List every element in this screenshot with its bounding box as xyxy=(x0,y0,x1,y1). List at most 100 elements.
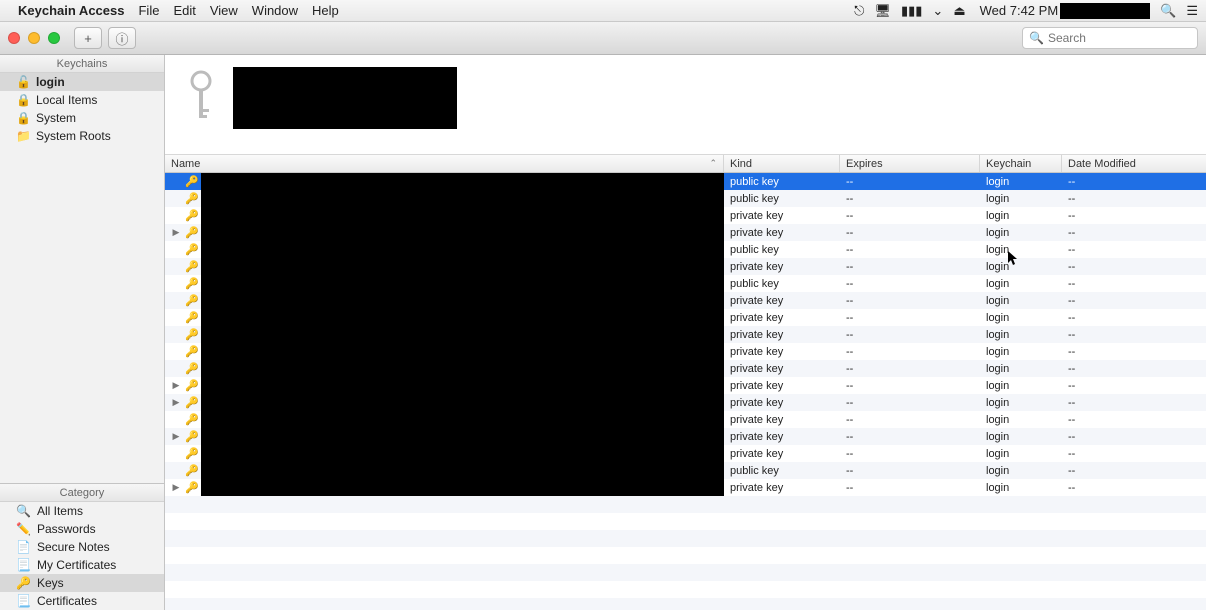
sidebar-category-item[interactable]: 📃 My Certificates xyxy=(0,556,164,574)
window-controls xyxy=(8,32,60,44)
redacted-name xyxy=(201,292,724,309)
menu-window[interactable]: Window xyxy=(252,3,298,18)
key-row-icon: 🔑 xyxy=(185,396,197,409)
table-row[interactable]: 🔑public key--login-- xyxy=(165,173,1206,190)
column-header-expires[interactable]: Expires xyxy=(840,155,980,172)
sidebar-keychain-item[interactable]: 📁 System Roots xyxy=(0,127,164,145)
sidebar-category-item[interactable]: 📃Certificates xyxy=(0,592,164,610)
key-row-icon: 🔑 xyxy=(185,430,197,443)
redacted-name xyxy=(201,190,724,207)
sidebar-category-item[interactable]: ✏️Passwords xyxy=(0,520,164,538)
redacted-name xyxy=(201,479,724,496)
wifi-icon[interactable]: ⌄ xyxy=(932,3,943,19)
category-icon: 📃 xyxy=(16,558,31,572)
sidebar-category-item[interactable]: 🔑Keys xyxy=(0,574,164,592)
key-row-icon: 🔑 xyxy=(185,345,197,358)
sidebar-keychain-item[interactable]: 🔓login xyxy=(0,73,164,91)
cell-modified: -- xyxy=(1062,329,1206,341)
notification-center-icon[interactable]: ☰ xyxy=(1186,3,1198,19)
table-row[interactable]: 🔑public key--login-- xyxy=(165,190,1206,207)
table-row[interactable]: ▶🔑private key--login-- xyxy=(165,224,1206,241)
cell-kind: private key xyxy=(724,227,840,239)
menubar-clock[interactable]: Wed 7:42 PM xyxy=(980,3,1059,18)
cell-keychain: login xyxy=(980,227,1062,239)
teamviewer-icon[interactable]: ⎋ xyxy=(854,3,864,19)
table-row[interactable]: 🔑private key--login-- xyxy=(165,309,1206,326)
table-row[interactable]: ▶🔑private key--login-- xyxy=(165,428,1206,445)
menu-view[interactable]: View xyxy=(210,3,238,18)
zoom-button[interactable] xyxy=(48,32,60,44)
table-row[interactable]: 🔑private key--login-- xyxy=(165,411,1206,428)
cell-keychain: login xyxy=(980,482,1062,494)
sidebar-item-label: Local Items xyxy=(36,93,97,107)
cell-keychain: login xyxy=(980,295,1062,307)
disclosure-triangle-icon[interactable]: ▶ xyxy=(171,380,181,391)
menu-file[interactable]: File xyxy=(138,3,159,18)
sidebar-category-item[interactable]: 🔍All Items xyxy=(0,502,164,520)
table-row[interactable]: ▶🔑private key--login-- xyxy=(165,479,1206,496)
menu-help[interactable]: Help xyxy=(312,3,339,18)
column-header-modified[interactable]: Date Modified xyxy=(1062,155,1206,172)
main-pane: Name⌃ Kind Expires Keychain Date Modifie… xyxy=(165,55,1206,610)
table-row[interactable]: 🔑private key--login-- xyxy=(165,207,1206,224)
search-input[interactable] xyxy=(1048,31,1203,45)
table-row[interactable]: 🔑private key--login-- xyxy=(165,360,1206,377)
redacted-name xyxy=(201,207,724,224)
column-header-kind[interactable]: Kind xyxy=(724,155,840,172)
sidebar-item-label: login xyxy=(36,75,65,89)
cell-kind: public key xyxy=(724,278,840,290)
keychain-icon: 📁 xyxy=(16,129,30,143)
cell-kind: public key xyxy=(724,465,840,477)
table-row[interactable]: 🔑public key--login-- xyxy=(165,275,1206,292)
redacted-name xyxy=(201,377,724,394)
cell-expires: -- xyxy=(840,210,980,222)
info-button[interactable]: ⓘ xyxy=(108,27,136,49)
cell-kind: private key xyxy=(724,210,840,222)
battery-icon[interactable]: ▮▮▮ xyxy=(901,3,922,19)
table-row[interactable]: 🔑private key--login-- xyxy=(165,258,1206,275)
close-button[interactable] xyxy=(8,32,20,44)
column-header-name[interactable]: Name⌃ xyxy=(165,155,724,172)
disclosure-triangle-icon[interactable]: ▶ xyxy=(171,227,181,238)
table-row[interactable]: 🔑private key--login-- xyxy=(165,326,1206,343)
cell-expires: -- xyxy=(840,380,980,392)
table-row[interactable]: 🔑private key--login-- xyxy=(165,292,1206,309)
redacted-name xyxy=(201,462,724,479)
minimize-button[interactable] xyxy=(28,32,40,44)
redacted-menubar xyxy=(1060,3,1150,19)
app-menu[interactable]: Keychain Access xyxy=(18,3,124,18)
menu-edit[interactable]: Edit xyxy=(173,3,195,18)
table-row[interactable]: ▶🔑private key--login-- xyxy=(165,377,1206,394)
eject-icon[interactable]: ⏏ xyxy=(953,3,965,19)
cell-modified: -- xyxy=(1062,380,1206,392)
add-button[interactable]: + xyxy=(74,27,102,49)
table-row[interactable]: 🔑public key--login-- xyxy=(165,241,1206,258)
cell-modified: -- xyxy=(1062,244,1206,256)
table-body[interactable]: 🔑public key--login--🔑public key--login--… xyxy=(165,173,1206,610)
disclosure-triangle-icon[interactable]: ▶ xyxy=(171,482,181,493)
sidebar-category-item[interactable]: 📄Secure Notes xyxy=(0,538,164,556)
key-row-icon: 🔑 xyxy=(185,175,197,188)
table-row[interactable]: 🔑private key--login-- xyxy=(165,343,1206,360)
spotlight-icon[interactable]: 🔍 xyxy=(1160,3,1176,19)
cell-expires: -- xyxy=(840,363,980,375)
column-header-keychain[interactable]: Keychain xyxy=(980,155,1062,172)
menubar: Keychain Access File Edit View Window He… xyxy=(0,0,1206,22)
search-field[interactable]: 🔍 xyxy=(1022,27,1198,49)
cell-expires: -- xyxy=(840,278,980,290)
sidebar-keychain-item[interactable]: 🔒System xyxy=(0,109,164,127)
sidebar-item-label: System Roots xyxy=(36,129,111,143)
table-row[interactable]: 🔑private key--login-- xyxy=(165,445,1206,462)
disclosure-triangle-icon[interactable]: ▶ xyxy=(171,397,181,408)
display-icon[interactable]: 🖥 xyxy=(874,3,891,19)
sidebar-keychain-item[interactable]: 🔒Local Items xyxy=(0,91,164,109)
table-row[interactable]: ▶🔑private key--login-- xyxy=(165,394,1206,411)
sidebar: Keychains 🔓login🔒Local Items🔒System📁Syst… xyxy=(0,55,165,610)
disclosure-triangle-icon[interactable]: ▶ xyxy=(171,431,181,442)
redacted-name xyxy=(201,343,724,360)
sidebar-item-label: My Certificates xyxy=(37,558,116,572)
cell-modified: -- xyxy=(1062,278,1206,290)
table-row[interactable]: 🔑public key--login-- xyxy=(165,462,1206,479)
sort-indicator-icon: ⌃ xyxy=(709,158,717,169)
table-header: Name⌃ Kind Expires Keychain Date Modifie… xyxy=(165,155,1206,173)
